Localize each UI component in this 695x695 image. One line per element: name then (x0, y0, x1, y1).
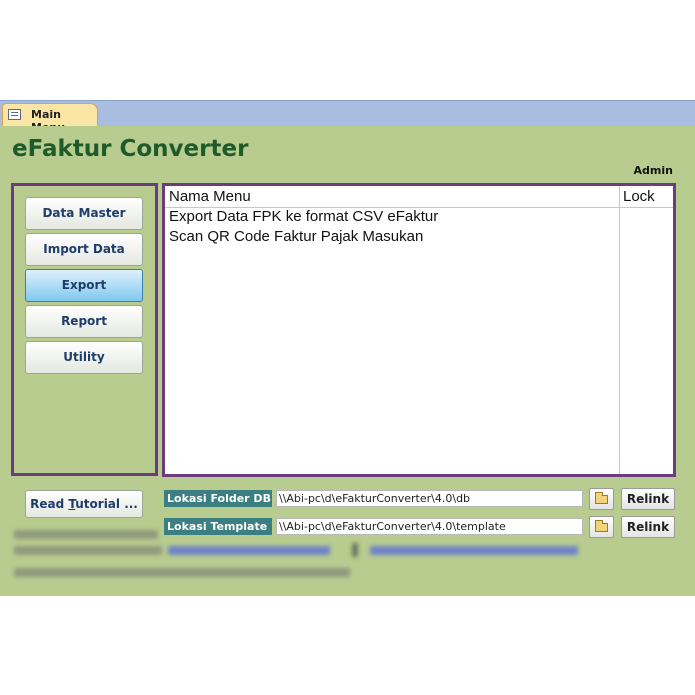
folder-icon (595, 492, 608, 504)
document-tab-bar (0, 100, 695, 127)
column-header-menu[interactable]: Nama Menu (169, 188, 251, 205)
list-item[interactable]: Scan QR Code Faktur Pajak Masukan (169, 228, 423, 245)
relink-db-button[interactable]: Relink (621, 488, 675, 510)
browse-db-button[interactable] (589, 488, 614, 510)
utility-button[interactable]: Utility (25, 341, 143, 374)
report-button[interactable]: Report (25, 305, 143, 338)
db-folder-field[interactable]: \\Abi-pc\d\eFakturConverter\4.0\db (276, 490, 583, 507)
tutorial-label-prefix: Read (30, 497, 69, 511)
export-button[interactable]: Export (25, 269, 143, 302)
redacted-link (168, 546, 330, 555)
redacted-text (14, 568, 350, 577)
list-item[interactable]: Export Data FPK ke format CSV eFaktur (169, 208, 438, 225)
redacted-separator (352, 543, 358, 557)
form-icon (8, 109, 21, 120)
folder-icon (595, 520, 608, 532)
data-master-button[interactable]: Data Master (25, 197, 143, 230)
tutorial-label-rest: utorial ... (75, 497, 138, 511)
template-location-label: Lokasi Template (164, 518, 272, 535)
read-tutorial-button[interactable]: Read Tutorial ... (25, 490, 143, 518)
redacted-text (14, 530, 158, 539)
browse-template-button[interactable] (589, 516, 614, 538)
import-data-button[interactable]: Import Data (25, 233, 143, 266)
redacted-text (14, 546, 162, 555)
page-title: eFaktur Converter (12, 136, 249, 162)
db-folder-label: Lokasi Folder DB (164, 490, 272, 507)
tab-main-menu[interactable]: Main Menu (2, 103, 98, 134)
column-divider (619, 186, 620, 474)
user-label: Admin (633, 164, 673, 177)
redacted-link (370, 546, 578, 555)
column-header-lock[interactable]: Lock (623, 188, 655, 205)
relink-template-button[interactable]: Relink (621, 516, 675, 538)
template-location-field[interactable]: \\Abi-pc\d\eFakturConverter\4.0\template (276, 518, 583, 535)
